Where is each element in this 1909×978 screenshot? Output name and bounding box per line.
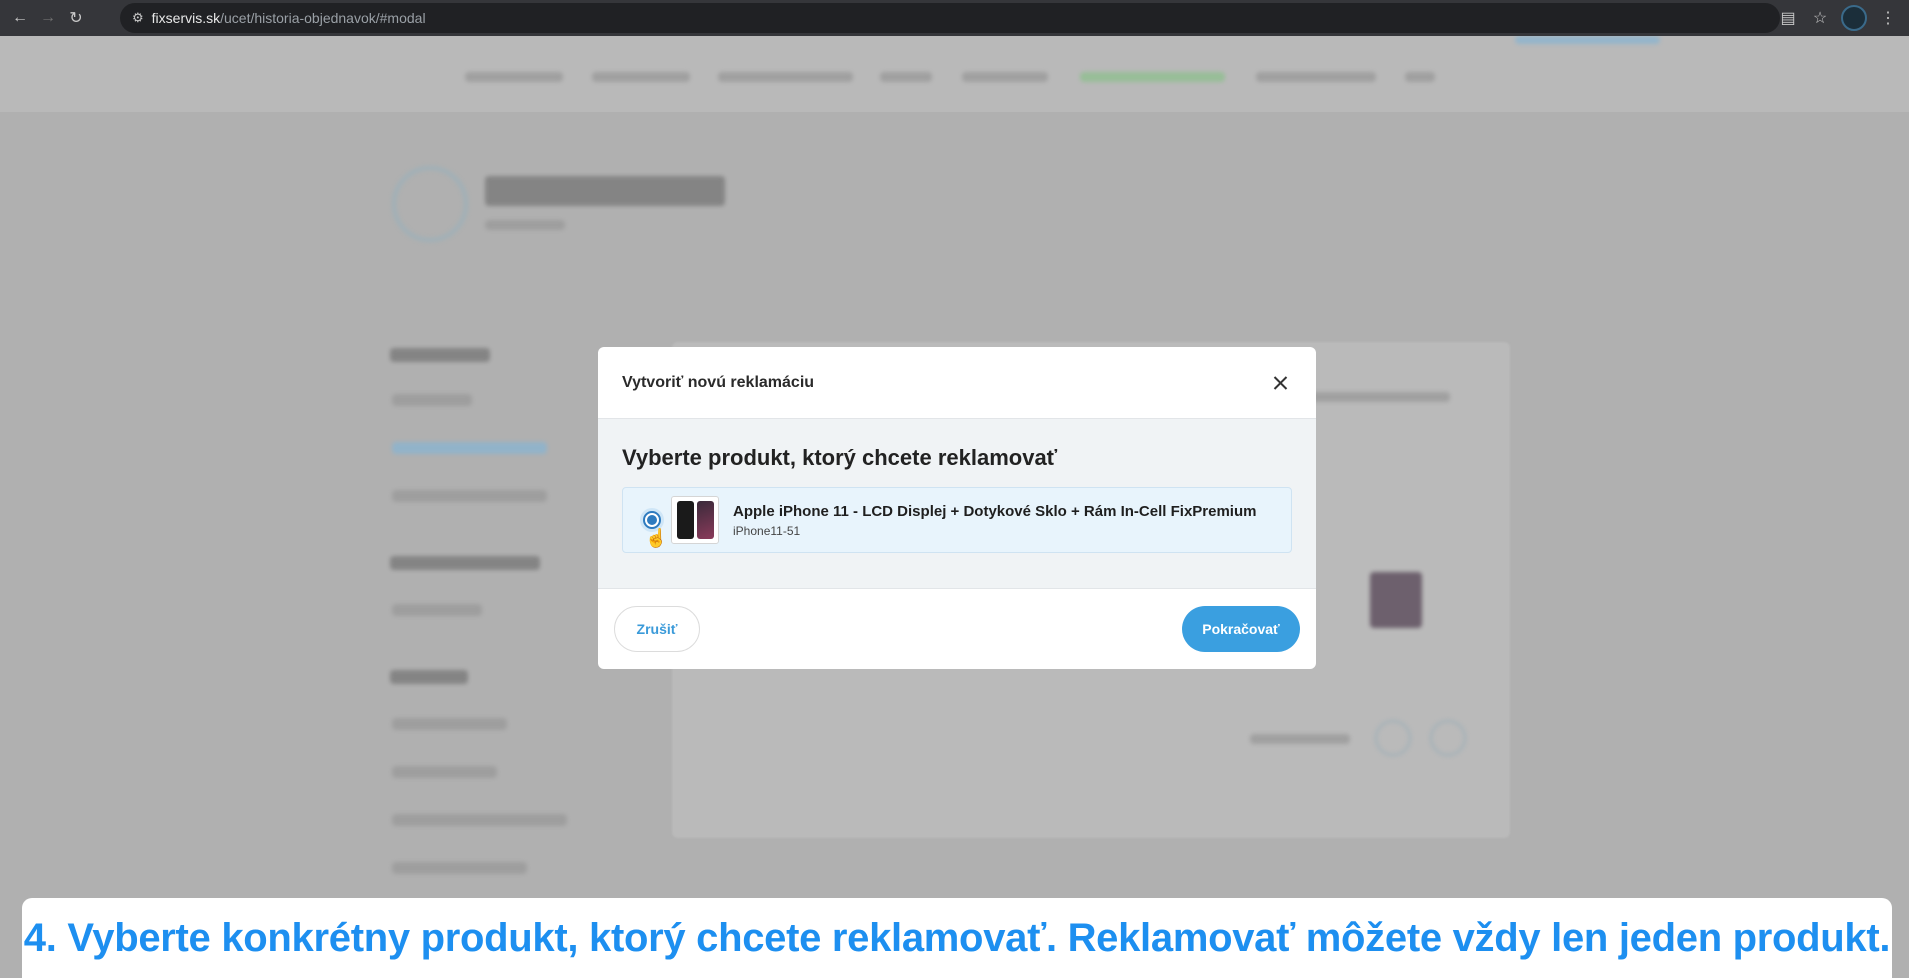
back-arrow-icon[interactable]: ←	[6, 4, 34, 32]
reload-icon[interactable]: ↻	[62, 4, 90, 32]
continue-button[interactable]: Pokračovať	[1182, 606, 1300, 652]
site-settings-icon[interactable]: ⚙	[132, 10, 144, 26]
product-radio[interactable]	[643, 511, 661, 529]
create-claim-modal: Vytvoriť novú reklamáciu Vyberte produkt…	[598, 347, 1316, 669]
caption-text: 4. Vyberte konkrétny produkt, ktorý chce…	[23, 915, 1891, 960]
modal-header: Vytvoriť novú reklamáciu	[598, 347, 1316, 419]
site-top-nav	[0, 36, 1909, 112]
modal-subtitle: Vyberte produkt, ktorý chcete reklamovať	[622, 445, 1058, 470]
phone-front-image	[676, 501, 694, 539]
phone-back-image	[696, 501, 714, 539]
tutorial-caption: 4. Vyberte konkrétny produkt, ktorý chce…	[22, 898, 1892, 978]
profile-avatar[interactable]	[1841, 5, 1867, 31]
address-bar[interactable]: ⚙ fixservis.sk/ucet/historia-objednavok/…	[120, 3, 1780, 33]
star-icon[interactable]: ☆	[1809, 8, 1831, 28]
menu-dots-icon[interactable]: ⋮	[1877, 8, 1899, 28]
product-option[interactable]: Apple iPhone 11 - LCD Displej + Dotykové…	[622, 487, 1292, 553]
modal-body: Vyberte produkt, ktorý chcete reklamovať…	[598, 419, 1316, 589]
cancel-button[interactable]: Zrušiť	[614, 606, 700, 652]
hand-cursor-icon: ☝	[645, 528, 668, 548]
product-thumbnail	[671, 496, 719, 544]
url-host: fixservis.sk	[151, 10, 221, 26]
card-icon[interactable]: ▤	[1777, 8, 1799, 28]
url-path: /ucet/historia-objednavok/#modal	[220, 10, 426, 26]
modal-footer: Zrušiť Pokračovať	[598, 589, 1316, 669]
radio-selected-dot	[647, 515, 657, 525]
modal-title: Vytvoriť novú reklamáciu	[622, 373, 815, 391]
close-icon[interactable]	[1268, 371, 1292, 395]
browser-toolbar: ← → ↻ ⚙ fixservis.sk/ucet/historia-objed…	[0, 0, 1909, 36]
product-code: iPhone11-51	[733, 523, 801, 538]
forward-arrow-icon[interactable]: →	[34, 4, 62, 32]
product-name: Apple iPhone 11 - LCD Displej + Dotykové…	[733, 502, 1257, 520]
